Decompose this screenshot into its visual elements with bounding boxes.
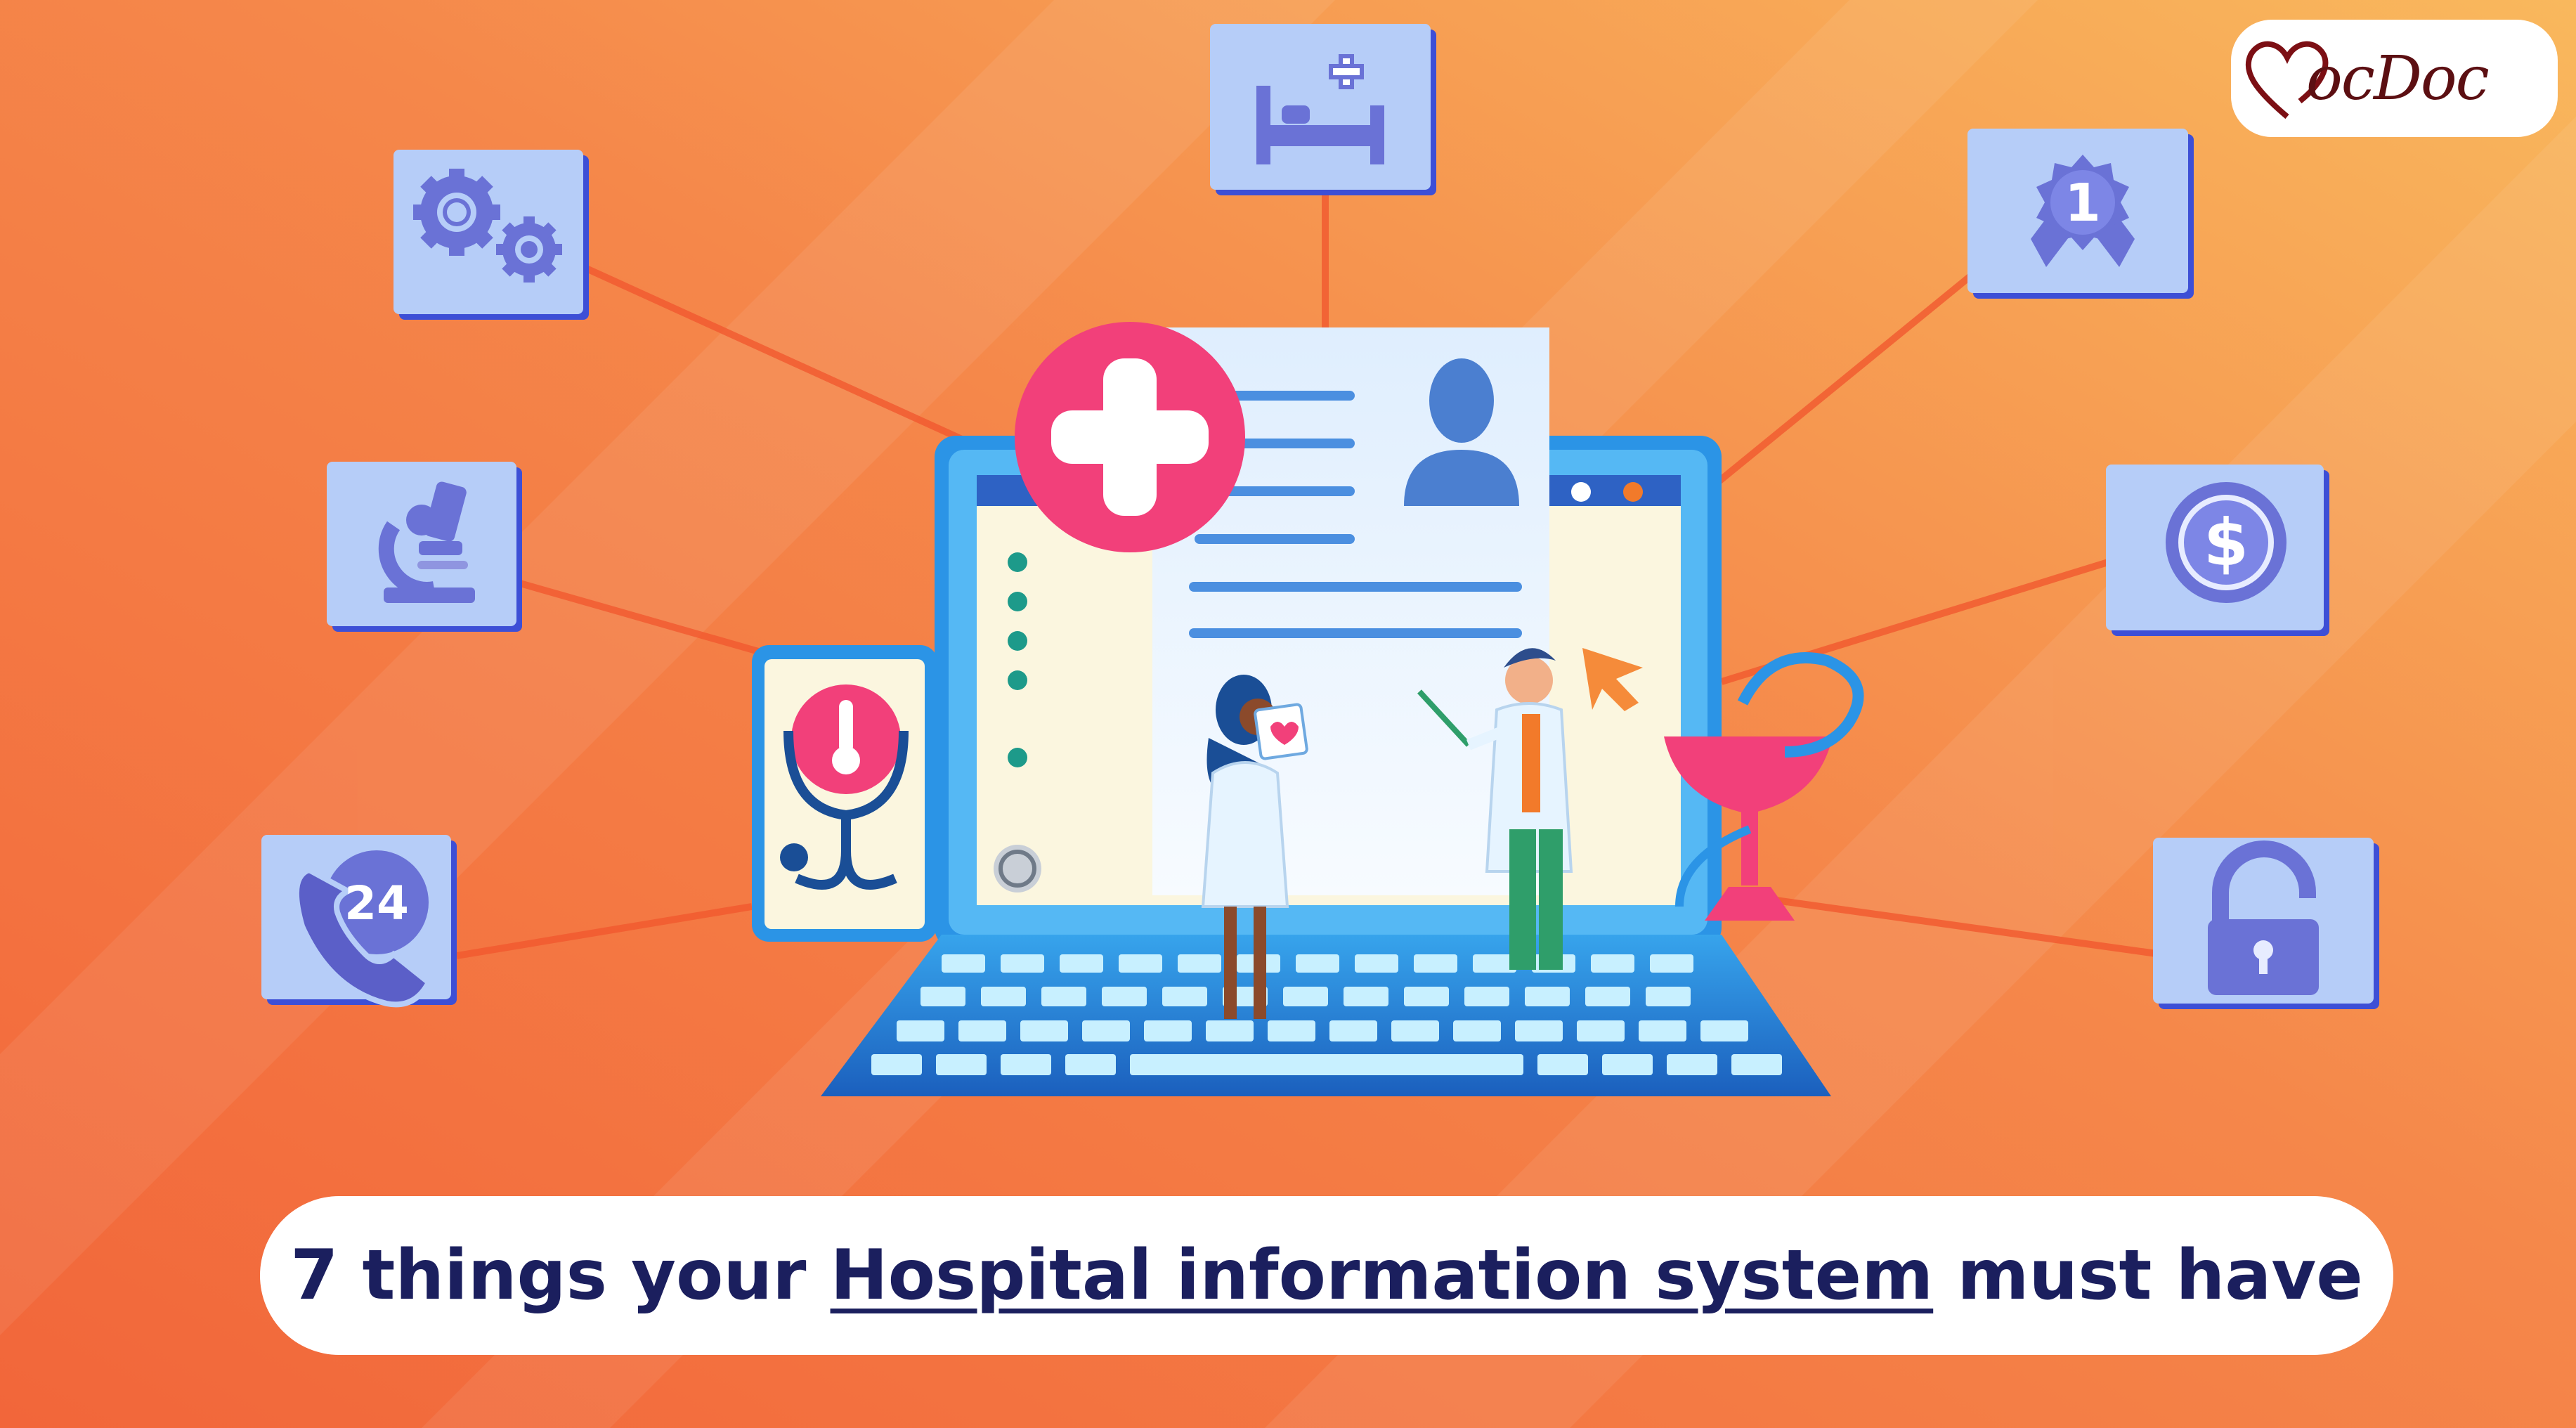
- logo-wordmark: ocDoc: [2306, 44, 2490, 114]
- headline-prefix: 7 things your: [290, 1235, 831, 1316]
- headline-emphasis: Hospital information system: [830, 1235, 1934, 1316]
- headline-suffix: must have: [1933, 1235, 2363, 1316]
- support-24-tile: 24: [261, 835, 457, 1008]
- settings-tile: [393, 150, 589, 320]
- medical-cross-icon: [1015, 322, 1245, 552]
- currency-label: $: [2204, 505, 2249, 580]
- rank-label: 1: [2064, 173, 2101, 233]
- billing-icon: $: [2166, 482, 2286, 603]
- hospital-bed-tile: [1210, 24, 1436, 195]
- hours-label: 24: [344, 876, 409, 930]
- security-tile: [2153, 838, 2379, 1009]
- billing-tile: $: [2106, 465, 2329, 636]
- award-tile: 1: [1967, 129, 2194, 299]
- headline-banner: 7 things your Hospital information syste…: [260, 1196, 2393, 1355]
- laptop: [821, 327, 1831, 1096]
- microscope-tile: [327, 462, 522, 632]
- phone: [752, 645, 937, 942]
